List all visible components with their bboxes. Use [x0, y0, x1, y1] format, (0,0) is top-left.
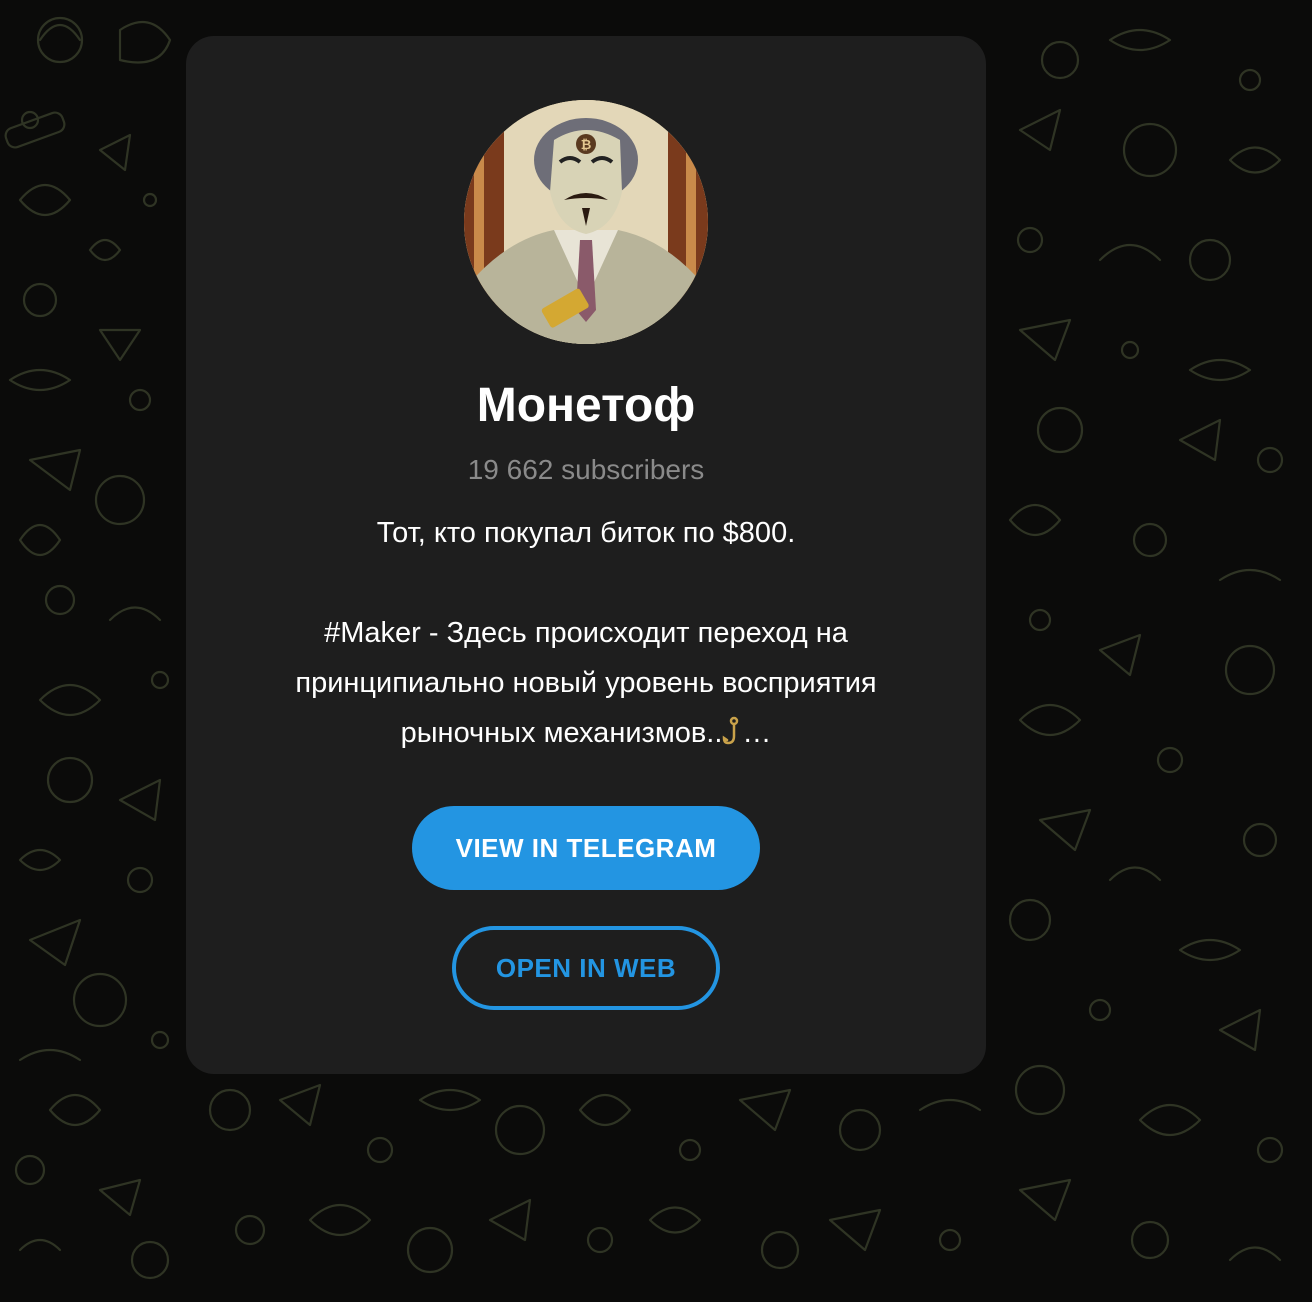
- open-in-web-button[interactable]: OPEN IN WEB: [452, 926, 720, 1010]
- channel-title: Монетоф: [476, 379, 696, 432]
- channel-avatar: ₿: [464, 100, 708, 344]
- description-line: #Maker - Здесь происходит переход на: [324, 617, 848, 649]
- description-ellipsis: …: [742, 717, 772, 749]
- description-line: рыночных механизмов.. …: [226, 708, 946, 758]
- masked-man-icon: ₿: [464, 100, 708, 344]
- view-in-telegram-button[interactable]: VIEW IN TELEGRAM: [412, 806, 760, 890]
- description-text: рыночных механизмов..: [400, 717, 723, 749]
- description-line: Тот, кто покупал биток по $800.: [376, 517, 796, 549]
- subscriber-count: 19 662 subscribers: [467, 454, 705, 485]
- channel-description: Тот, кто покупал биток по $800. #Maker -…: [226, 508, 946, 758]
- description-line: принципиально новый уровень восприятия: [295, 667, 877, 699]
- hook-icon: [722, 712, 742, 745]
- svg-text:₿: ₿: [581, 138, 592, 153]
- channel-card: ₿ Монетоф 19 662 subscribers Тот, кто по…: [186, 36, 986, 1074]
